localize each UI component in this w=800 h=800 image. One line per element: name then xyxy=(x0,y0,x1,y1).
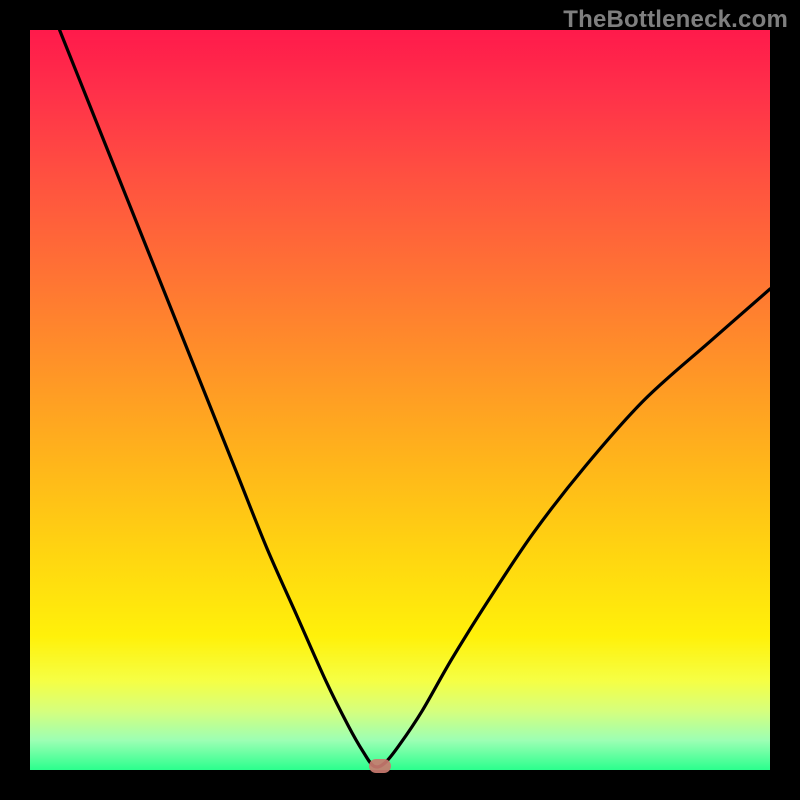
bottleneck-curve xyxy=(30,30,770,770)
chart-frame: TheBottleneck.com xyxy=(0,0,800,800)
plot-area xyxy=(30,30,770,770)
minimum-marker xyxy=(369,759,391,773)
